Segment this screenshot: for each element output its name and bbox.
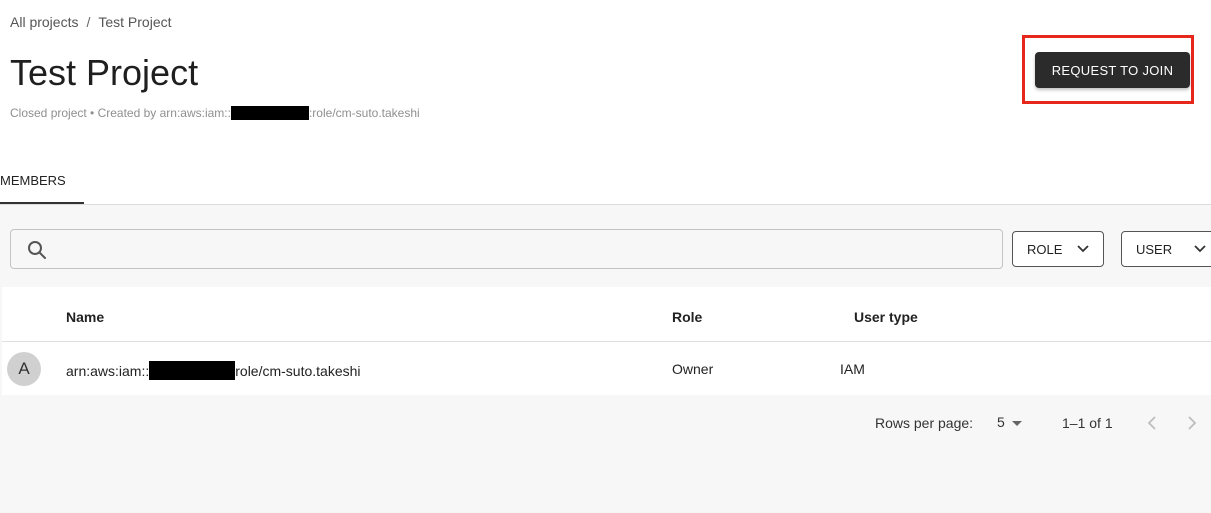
- column-header-name[interactable]: Name: [66, 309, 104, 325]
- rows-per-page-label: Rows per page:: [875, 415, 974, 431]
- rows-per-page-select[interactable]: 5: [997, 414, 1005, 430]
- header-divider: [2, 341, 1211, 342]
- members-table: Name Role User type A arn:aws:iam:: role/…: [2, 287, 1211, 395]
- breadcrumb-separator: /: [86, 14, 91, 30]
- redacted-account-id: [149, 361, 236, 380]
- breadcrumb-current: Test Project: [98, 14, 172, 30]
- tab-bar: MEMBERS: [0, 160, 1211, 205]
- page-title: Test Project: [10, 52, 199, 93]
- member-user-type: IAM: [840, 361, 865, 377]
- breadcrumb-all-projects-link[interactable]: All projects: [10, 14, 78, 30]
- pagination: Rows per page: 5 1–1 of 1: [0, 407, 1211, 437]
- project-subtitle: Closed project • Created by arn:aws:iam:…: [10, 106, 420, 120]
- avatar: A: [7, 352, 41, 386]
- chevron-right-icon[interactable]: [1185, 415, 1199, 431]
- caret-down-icon[interactable]: [1012, 421, 1022, 426]
- members-panel: ROLE USER Name Role User type A arn:aws:…: [0, 205, 1211, 513]
- chevron-down-icon: [1194, 245, 1206, 253]
- user-filter-dropdown[interactable]: USER: [1121, 231, 1211, 267]
- subtitle-suffix: :role/cm-suto.takeshi: [308, 106, 420, 120]
- column-header-role[interactable]: Role: [672, 309, 702, 325]
- search-input[interactable]: [59, 236, 993, 264]
- redacted-account-id: [230, 106, 309, 120]
- pagination-range: 1–1 of 1: [1062, 415, 1113, 431]
- role-filter-dropdown[interactable]: ROLE: [1012, 231, 1104, 267]
- chevron-left-icon[interactable]: [1145, 415, 1159, 431]
- role-filter-label: ROLE: [1027, 242, 1063, 257]
- request-to-join-button[interactable]: REQUEST TO JOIN: [1035, 52, 1190, 88]
- user-filter-label: USER: [1136, 242, 1173, 257]
- member-role: Owner: [672, 361, 714, 377]
- column-header-user-type[interactable]: User type: [854, 309, 918, 325]
- tab-members[interactable]: MEMBERS: [0, 160, 84, 204]
- search-icon: [28, 241, 46, 259]
- member-name-prefix: arn:aws:iam::: [66, 363, 150, 379]
- member-name: arn:aws:iam:: role/cm-suto.takeshi: [66, 361, 361, 380]
- subtitle-prefix: Closed project • Created by arn:aws:iam:…: [10, 106, 231, 120]
- search-field[interactable]: [10, 229, 1003, 269]
- member-name-suffix: role/cm-suto.takeshi: [235, 363, 361, 379]
- breadcrumb: All projects / Test Project: [10, 14, 172, 30]
- chevron-down-icon: [1077, 245, 1089, 253]
